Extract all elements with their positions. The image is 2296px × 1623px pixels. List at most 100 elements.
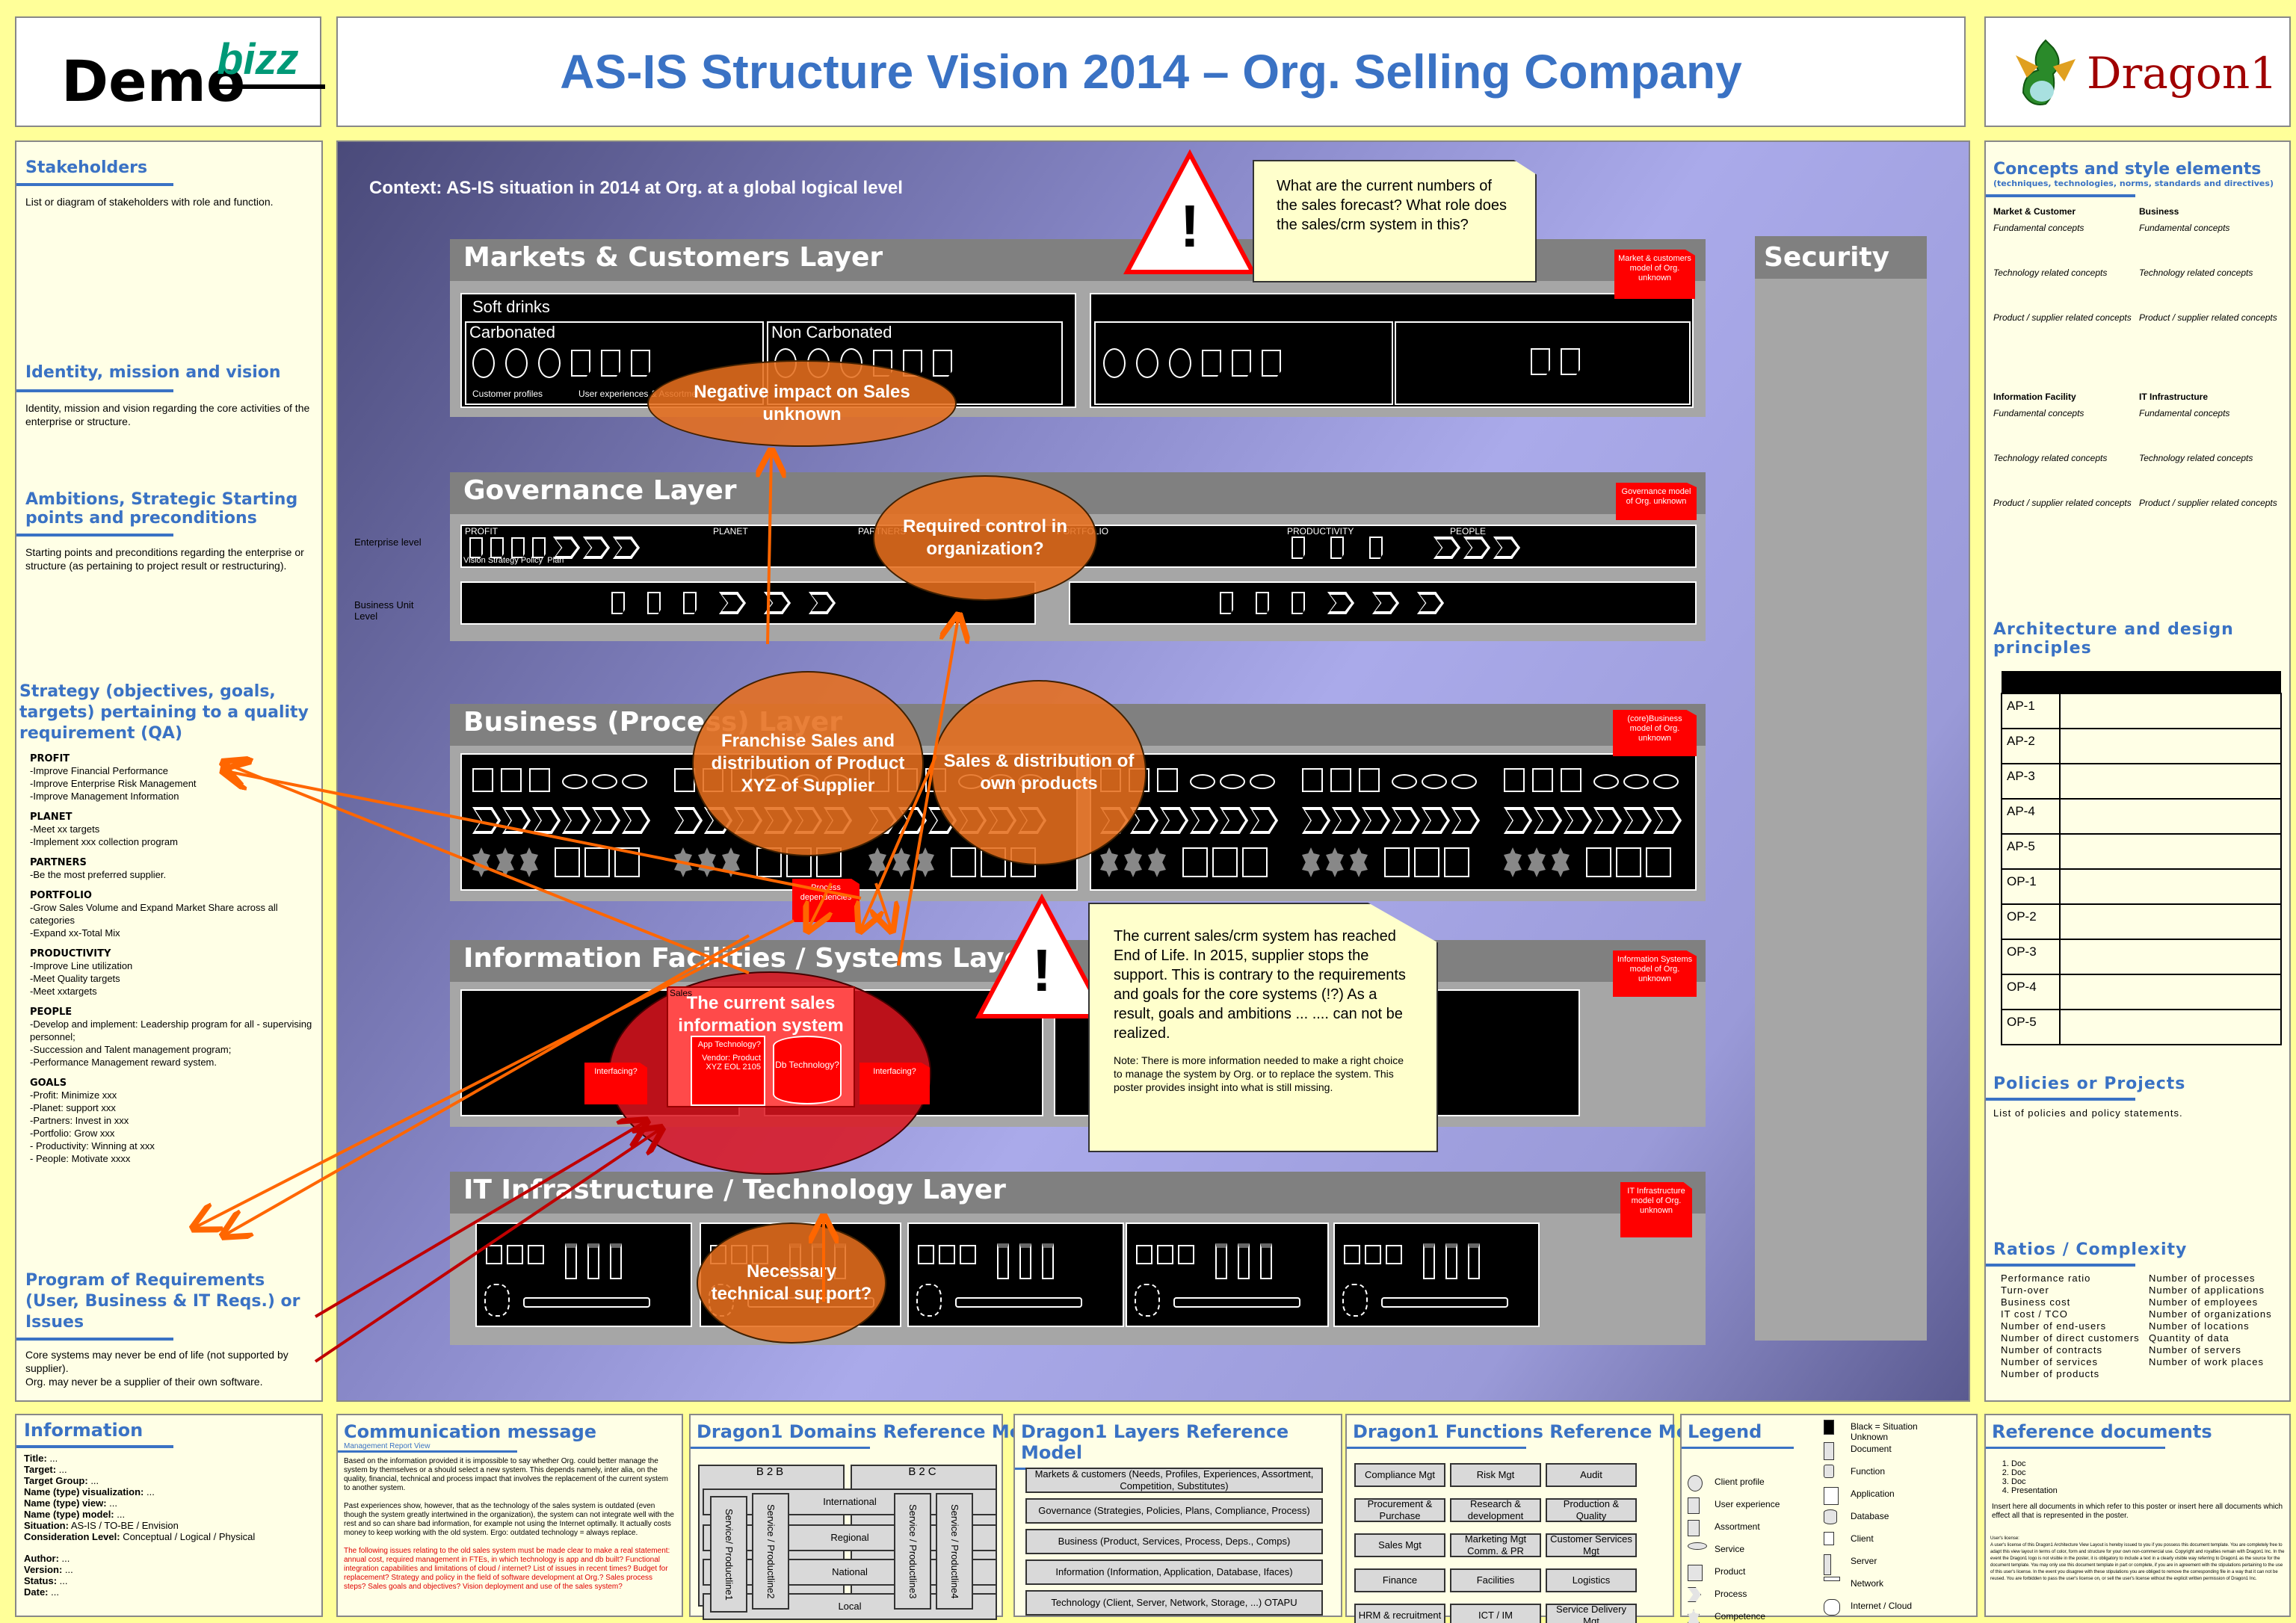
info-field: Name (type) model: ... [24,1509,314,1520]
concept-item: Technology related concepts [1993,268,2108,278]
markets-block-2[interactable] [1090,293,1694,408]
strategy-groups: PROFIT -Improve Financial Performance -Imp… [19,753,321,1165]
ambitions-text: Starting points and preconditions regard… [25,546,304,572]
client-icon [1386,1245,1402,1264]
markets-subblock-4[interactable] [1395,321,1691,405]
client-icon [1824,1532,1834,1545]
client-icon [918,1245,934,1264]
legend-label: User experience [1715,1499,1780,1509]
principle-description[interactable] [2059,693,2282,729]
function-ref-item: Procurement & Purchase [1354,1498,1445,1522]
principle-description[interactable] [2059,763,2282,800]
demobizz-logo: Demo bizz [15,16,325,127]
info-field-key: Name (type) visualization: [24,1486,144,1497]
client-icon [1344,1245,1360,1264]
database-component[interactable]: Db Technology? [773,1036,842,1104]
bubble-required-control[interactable]: Required control in organization? [873,475,1097,601]
function-ref-item: Audit [1546,1463,1637,1487]
legend-label: Client profile [1715,1477,1765,1487]
warning-icon: ! [1123,149,1256,274]
service-icon [1593,774,1619,789]
principle-row: AP-5 [2001,833,2282,870]
bubble-franchise-sales[interactable]: Franchise Sales and distribution of Prod… [692,671,924,856]
ratio-item: Number of processes [2149,1273,2256,1284]
principle-description[interactable] [2059,868,2282,905]
principle-row: OP-5 [2001,1009,2282,1045]
security-label: Security [1755,236,1927,279]
principle-description[interactable] [2059,974,2282,1010]
left-panel: Stakeholders List or diagram of stakehol… [15,140,323,1402]
business-unit-label: Business Unit Level [354,599,414,622]
principle-description[interactable] [2059,798,2282,835]
reference-doc[interactable]: Doc [2011,1459,2289,1468]
it-block-1[interactable] [475,1222,692,1327]
bubble-negative-impact[interactable]: Negative impact on Sales unknown [647,360,957,447]
bubble-own-products[interactable]: Sales & distribution of own products [931,680,1147,865]
strategy-item: -Planet: support xxx [30,1102,116,1113]
strategy-item: -Improve Line utilization [30,960,133,971]
info-field: Status: ... [24,1575,314,1586]
business-unit-block-2[interactable] [1069,581,1697,625]
client-icon [528,1245,544,1264]
productline-4: Service / Productline4 [936,1493,973,1610]
markets-subblock-3[interactable] [1094,321,1393,405]
communication-p1: Based on the information provided it is … [344,1457,668,1492]
client-profile-icon [1688,1475,1703,1491]
gov-tag-planet: PLANET [713,526,748,537]
principles-table: AP-1 AP-2 AP-3 AP-4 AP-5 OP-1 OP-2 OP-3 OP-4 OP-5 [2001,671,2282,1045]
strategy-item: -Improve Management Information [30,791,179,802]
sales-system-box[interactable]: Sales The current sales information syst… [667,986,855,1107]
reference-doc[interactable]: Doc [2011,1468,2289,1477]
principle-description[interactable] [2059,1009,2282,1045]
concept-column-title: Market & Customer [1993,206,2076,217]
strategy-group-title: GOALS [30,1078,67,1089]
principle-description[interactable] [2059,939,2282,975]
info-field: Version: ... [24,1564,314,1575]
cloud-icon [1135,1284,1160,1317]
ratio-item: Number of end-users [2001,1320,2107,1332]
document-icon [1202,350,1221,377]
document-icon [490,537,504,558]
legend-label: Product [1715,1566,1746,1577]
app-component[interactable]: App Technology? Vendor: Product XYZ EOL … [691,1036,765,1106]
sales-system-title: The current sales information system [678,993,844,1036]
client-icon [1365,1245,1381,1264]
ratio-item: Number of products [2001,1368,2100,1379]
principle-description[interactable] [2059,728,2282,764]
document-icon [1824,1442,1834,1460]
reference-doc[interactable]: Presentation [2011,1486,2289,1495]
cloud-icon [484,1284,510,1317]
concept-column: Information Facility Fundamental concepts… [1993,392,2139,542]
principle-id: OP-3 [2001,939,2061,975]
reference-doc[interactable]: Doc [2011,1477,2289,1486]
bubble-technical-support[interactable]: Necessary technical support? [697,1222,886,1344]
legend-underline [1682,1447,1794,1449]
product-icon [1561,768,1581,792]
references-text: Insert here all documents in which refer… [1992,1503,2283,1520]
ratios-right-list: Number of processes Number of application… [2149,1273,2272,1380]
legend-label: Network [1851,1578,1884,1589]
document-icon [1369,537,1383,559]
principle-id: AP-4 [2001,798,2061,835]
strategy-group-title: PRODUCTIVITY [30,948,111,959]
info-field-key: Name (type) model: [24,1509,114,1520]
concept-item: Technology related concepts [2139,453,2253,463]
information-model-note: Information Systems model of Org. unknow… [1613,950,1697,997]
server-icon [1019,1243,1031,1279]
principle-description[interactable] [2059,833,2282,870]
it-block-3[interactable] [907,1222,1124,1327]
principle-row: AP-4 [2001,798,2282,835]
policies-section: Policies or Projects List of policies an… [1986,1075,2285,1119]
requirements-heading: Program of Requirements (User, Business … [25,1271,300,1332]
service-icon [1623,774,1649,789]
interfacing-right-note: Interfacing? [860,1063,930,1104]
license-text: A user's license of this Dragon1 Archite… [1990,1543,2285,1581]
info-field-value: ... [114,1509,126,1520]
principle-description[interactable] [2059,903,2282,940]
communication-p2: Past experiences show, however, that as … [344,1502,674,1537]
document-icon [1232,350,1251,377]
non-carbonated-label: Non Carbonated [771,323,892,341]
info-field-key: Target Group: [24,1475,88,1486]
warning-glyph: ! [1032,937,1052,1004]
process-icon [809,592,836,614]
